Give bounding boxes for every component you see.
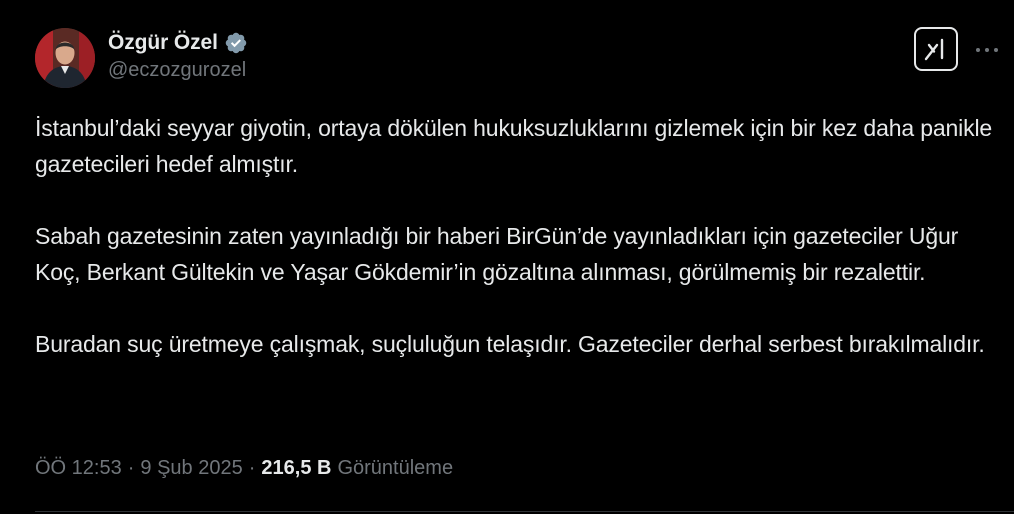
author-block: Özgür Özel @eczozgurozel <box>108 28 248 88</box>
tweet: Özgür Özel @eczozgurozel İstanbul’daki s… <box>0 0 1014 514</box>
more-options-button[interactable] <box>972 38 1002 62</box>
tweet-paragraph: Buradan suç üretmeye çalışmak, suçluluğu… <box>35 331 985 357</box>
views-label: Görüntüleme <box>337 457 454 479</box>
tweet-paragraph: Sabah gazetesinin zaten yayınladığı bir … <box>35 223 959 285</box>
more-options-icon <box>976 48 998 52</box>
tweet-meta: ÖÖ 12:53 · 9 Şub 2025 · 216,5 B Görüntül… <box>35 457 453 480</box>
views-count[interactable]: 216,5 B <box>261 457 331 480</box>
author-handle[interactable]: @eczozgurozel <box>108 59 248 82</box>
meta-separator: · <box>248 457 256 479</box>
grok-button[interactable] <box>914 27 958 71</box>
grok-icon <box>924 38 944 61</box>
tweet-date[interactable]: 9 Şub 2025 <box>140 457 242 480</box>
tweet-text: İstanbul’daki seyyar giyotin, ortaya dök… <box>35 110 995 362</box>
name-row: Özgür Özel <box>108 28 248 58</box>
author-display-name[interactable]: Özgür Özel <box>108 31 218 55</box>
meta-separator: · <box>127 457 135 479</box>
avatar[interactable] <box>35 28 95 88</box>
divider <box>35 511 1014 512</box>
tweet-paragraph: İstanbul’daki seyyar giyotin, ortaya dök… <box>35 115 993 177</box>
verified-badge-icon[interactable] <box>224 31 248 55</box>
tweet-time[interactable]: ÖÖ 12:53 <box>35 457 122 480</box>
